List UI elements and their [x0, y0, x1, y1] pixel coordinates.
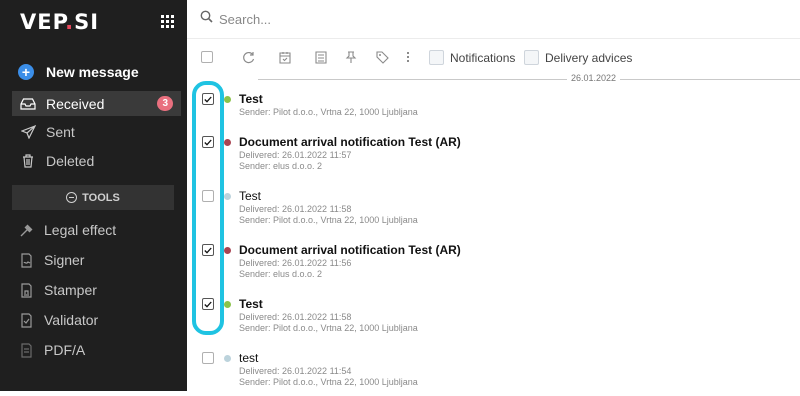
message-subject: Document arrival notification Test (AR) — [239, 135, 461, 149]
message-meta: Sender: Pilot d.o.o., Vrtna 22, 1000 Lju… — [239, 377, 418, 387]
filter-label: Notifications — [450, 50, 516, 65]
message-checkbox[interactable] — [202, 190, 214, 202]
tool-stamper[interactable]: Stamper — [12, 278, 181, 302]
filter-checkbox[interactable] — [524, 50, 539, 65]
calendar-check-icon[interactable] — [279, 51, 291, 64]
divider — [187, 38, 800, 39]
message-subject: test — [239, 351, 259, 365]
unread-count-badge: 3 — [157, 96, 173, 111]
filter-label: Delivery advices — [545, 50, 633, 65]
status-dot — [224, 193, 231, 200]
search-input[interactable]: Search... — [219, 12, 271, 27]
message-checkbox[interactable] — [202, 136, 214, 148]
message-toolbar: Notifications Delivery advices — [187, 46, 800, 70]
message-checkbox[interactable] — [202, 352, 214, 364]
message-subject: Document arrival notification Test (AR) — [239, 243, 461, 257]
sidebar-item-deleted[interactable]: Deleted — [12, 148, 181, 173]
tool-label: Stamper — [44, 282, 97, 298]
filter-checkbox[interactable] — [429, 50, 444, 65]
pdf-icon — [16, 342, 36, 358]
send-icon — [18, 124, 38, 139]
message-checkbox[interactable] — [202, 298, 214, 310]
new-message-button[interactable]: + New message — [18, 64, 139, 80]
apps-grid-icon[interactable] — [161, 15, 174, 28]
tools-section-toggle[interactable]: TOOLS — [12, 185, 174, 210]
sidebar-item-label: Received — [46, 95, 105, 112]
message-row[interactable]: Document arrival notification Test (AR) … — [187, 130, 800, 180]
inbox-icon — [18, 97, 38, 110]
message-meta: Delivered: 26.01.2022 11:58 — [239, 312, 352, 322]
tool-label: Legal effect — [44, 222, 117, 238]
message-meta: Sender: Pilot d.o.o., Vrtna 22, 1000 Lju… — [239, 215, 418, 225]
sidebar-item-received[interactable]: Received 3 — [12, 91, 181, 116]
message-row[interactable]: test Delivered: 26.01.2022 11:54 Sender:… — [187, 346, 800, 396]
message-row[interactable]: Document arrival notification Test (AR) … — [187, 238, 800, 288]
tool-pdfa[interactable]: PDF/A — [12, 338, 181, 362]
tool-label: PDF/A — [44, 342, 86, 358]
message-subject: Test — [239, 189, 262, 203]
date-separator: 26.01.2022 — [258, 73, 800, 84]
message-meta: Delivered: 26.01.2022 11:58 — [239, 204, 352, 214]
message-meta: Sender: elus d.o.o. 2 — [239, 161, 323, 171]
sidebar-item-label: Deleted — [46, 152, 95, 169]
tool-legal-effect[interactable]: Legal effect — [12, 218, 181, 242]
status-dot — [224, 301, 231, 308]
stamp-icon — [16, 282, 36, 298]
archive-icon[interactable] — [315, 51, 327, 64]
tool-validator[interactable]: Validator — [12, 308, 181, 332]
message-row[interactable]: Test Delivered: 26.01.2022 11:58 Sender:… — [187, 292, 800, 342]
more-options-icon[interactable] — [406, 51, 410, 63]
tool-label: Signer — [44, 252, 85, 268]
message-meta: Sender: elus d.o.o. 2 — [239, 269, 323, 279]
tools-label: TOOLS — [82, 191, 120, 204]
date-label: 26.01.2022 — [567, 73, 621, 83]
search-bar[interactable]: Search... — [200, 10, 271, 28]
collapse-icon — [66, 192, 78, 203]
message-checkbox[interactable] — [202, 244, 214, 256]
app-logo[interactable]: VEP.SI — [20, 10, 99, 34]
search-icon — [200, 10, 213, 28]
sidebar: VEP.SI + New message Received 3 Sent Del… — [0, 0, 187, 391]
sidebar-item-label: Sent — [46, 123, 75, 140]
filter-notifications[interactable]: Notifications — [429, 50, 515, 65]
status-dot — [224, 355, 231, 362]
pin-icon[interactable] — [345, 51, 357, 64]
filter-delivery-advices[interactable]: Delivery advices — [524, 50, 632, 65]
message-meta: Delivered: 26.01.2022 11:56 — [239, 258, 352, 268]
message-subject: Test — [239, 92, 263, 106]
document-check-icon — [16, 312, 36, 328]
tool-label: Validator — [44, 312, 99, 328]
status-dot — [224, 139, 231, 146]
message-row[interactable]: Test Sender: Pilot d.o.o., Vrtna 22, 100… — [187, 86, 800, 136]
refresh-icon[interactable] — [242, 51, 255, 64]
status-dot — [224, 96, 231, 103]
message-meta: Sender: Pilot d.o.o., Vrtna 22, 1000 Lju… — [239, 107, 418, 117]
message-meta: Delivered: 26.01.2022 11:54 — [239, 366, 352, 376]
message-checkbox[interactable] — [202, 93, 214, 105]
sidebar-item-sent[interactable]: Sent — [12, 119, 181, 144]
select-all-checkbox[interactable] — [201, 51, 213, 63]
message-meta: Sender: Pilot d.o.o., Vrtna 22, 1000 Lju… — [239, 323, 418, 333]
message-meta: Delivered: 26.01.2022 11:57 — [239, 150, 352, 160]
plus-circle-icon: + — [18, 64, 34, 80]
new-message-label: New message — [46, 64, 139, 80]
status-dot — [224, 247, 231, 254]
tool-signer[interactable]: Signer — [12, 248, 181, 272]
tag-icon[interactable] — [376, 51, 389, 64]
trash-icon — [18, 153, 38, 168]
gavel-icon — [16, 223, 36, 238]
message-row[interactable]: Test Delivered: 26.01.2022 11:58 Sender:… — [187, 184, 800, 234]
signature-icon — [16, 252, 36, 268]
message-subject: Test — [239, 297, 263, 311]
